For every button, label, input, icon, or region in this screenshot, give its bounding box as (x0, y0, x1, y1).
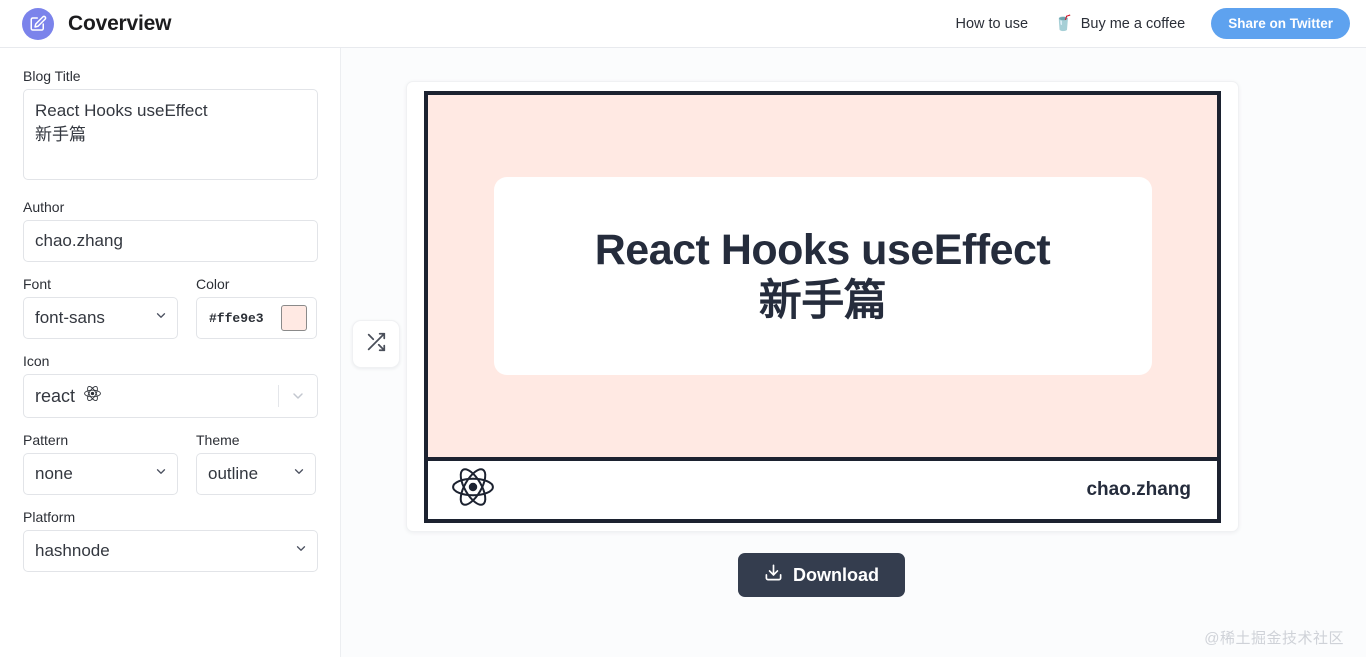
cover-preview-frame: React Hooks useEffect 新手篇 chao.zhang (406, 81, 1239, 532)
cover-footer: chao.zhang (428, 456, 1217, 519)
blog-title-field: Blog Title React Hooks useEffect 新手篇 (23, 68, 318, 185)
author-field: Author (23, 199, 318, 262)
buy-me-a-coffee-label: Buy me a coffee (1080, 15, 1186, 32)
download-button[interactable]: Download (738, 553, 905, 597)
icon-field: Icon react (23, 353, 318, 418)
watermark: @稀土掘金技术社区 (1204, 630, 1344, 647)
color-picker[interactable]: #ffe9e3 (196, 297, 317, 339)
app-body: Blog Title React Hooks useEffect 新手篇 Aut… (0, 48, 1366, 657)
brand: Coverview (22, 7, 172, 40)
theme-select[interactable]: outline (196, 453, 316, 495)
author-input[interactable] (23, 220, 318, 262)
icon-select-label: react (35, 385, 76, 406)
header-actions: How to use 🥤 Buy me a coffee Share on Tw… (955, 8, 1350, 39)
platform-label: Platform (23, 509, 76, 525)
color-label: Color (196, 276, 230, 292)
download-label: Download (793, 564, 879, 585)
buy-me-a-coffee-link[interactable]: 🥤 Buy me a coffee (1054, 16, 1185, 32)
preview-canvas: React Hooks useEffect 新手篇 chao.zhang Dow… (341, 48, 1366, 657)
cover-title-line-2: 新手篇 (758, 276, 887, 325)
font-color-row: Font font-sans Color #ffe9e3 (23, 276, 317, 353)
font-select[interactable]: font-sans (23, 297, 178, 339)
cover-main-area: React Hooks useEffect 新手篇 (428, 94, 1217, 457)
color-field: Color #ffe9e3 (196, 276, 317, 339)
theme-field: Theme outline (196, 432, 316, 495)
theme-select-wrap: outline (196, 453, 316, 495)
pattern-field: Pattern none (23, 432, 178, 495)
react-logo-icon (450, 464, 496, 515)
icon-label: Icon (23, 353, 50, 369)
cover-title-line-1: React Hooks useEffect (594, 225, 1051, 274)
react-logo-icon (83, 384, 102, 408)
author-label: Author (23, 199, 65, 215)
icon-select-controls (278, 375, 317, 417)
pattern-select[interactable]: none (23, 453, 178, 495)
coffee-cup-icon: 🥤 (1054, 15, 1073, 32)
platform-field: Platform hashnode (23, 509, 318, 572)
color-hex-value: #ffe9e3 (209, 310, 264, 326)
platform-select[interactable]: hashnode (23, 530, 318, 572)
cover-title-card: React Hooks useEffect 新手篇 (493, 176, 1152, 375)
edit-square-icon (22, 7, 54, 40)
font-select-wrap: font-sans (23, 297, 178, 339)
how-to-use-link[interactable]: How to use (955, 16, 1028, 32)
settings-sidebar: Blog Title React Hooks useEffect 新手篇 Aut… (0, 48, 341, 657)
blog-title-label: Blog Title (23, 68, 81, 84)
download-icon (764, 563, 783, 587)
share-on-twitter-button[interactable]: Share on Twitter (1211, 8, 1350, 39)
color-swatch[interactable] (281, 305, 307, 331)
page-title: Coverview (68, 11, 172, 35)
platform-select-wrap: hashnode (23, 530, 318, 572)
shuffle-button[interactable] (352, 320, 400, 368)
font-field: Font font-sans (23, 276, 178, 339)
app-header: Coverview How to use 🥤 Buy me a coffee S… (0, 0, 1366, 48)
cover-image: React Hooks useEffect 新手篇 chao.zhang (424, 90, 1221, 523)
pattern-select-wrap: none (23, 453, 178, 495)
cover-title: React Hooks useEffect 新手篇 (595, 225, 1051, 326)
shuffle-icon (365, 331, 387, 358)
pattern-theme-row: Pattern none Theme outline (23, 432, 317, 509)
font-label: Font (23, 276, 52, 292)
cover-author: chao.zhang (1086, 478, 1191, 500)
chevron-down-icon[interactable] (279, 388, 317, 404)
pattern-label: Pattern (23, 432, 69, 448)
theme-label: Theme (196, 432, 240, 448)
icon-select-value-wrap: react (35, 384, 102, 408)
icon-select[interactable]: react (23, 374, 318, 418)
blog-title-input[interactable]: React Hooks useEffect 新手篇 (23, 89, 318, 180)
